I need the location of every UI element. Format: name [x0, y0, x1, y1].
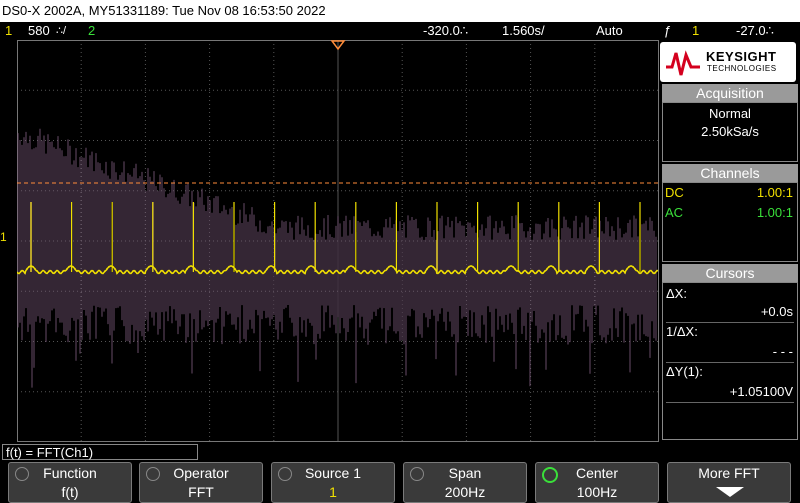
softkey-title: Center: [575, 465, 619, 481]
keysight-logo: KEYSIGHT TECHNOLOGIES: [660, 42, 796, 82]
ch2-probe-ratio: 1.00:1: [756, 205, 793, 220]
trigger-mode[interactable]: Auto: [596, 22, 623, 40]
logo-sub: TECHNOLOGIES: [707, 64, 777, 73]
softkey-operator[interactable]: Operator FFT: [139, 462, 263, 503]
ch1-scale[interactable]: 580: [28, 22, 50, 40]
cursor-dx-label: ΔX:: [666, 286, 687, 301]
status-bar: 1 580 ∴/ 2 -320.0∴ 1.560s/ Auto ƒ 1 -27.…: [0, 22, 800, 40]
softkey-center[interactable]: Center 100Hz: [535, 462, 659, 503]
channels-panel[interactable]: DC 1.00:1 AC 1.00:1: [662, 182, 798, 262]
keysight-wave-icon: [666, 50, 700, 76]
cursor-inv-dx-label: 1/ΔX:: [666, 324, 698, 339]
cursors-panel[interactable]: ΔX: +0.0s 1/ΔX: - - - ΔY(1): +1.05100V: [662, 282, 798, 440]
softkey-source[interactable]: Source 1 1: [271, 462, 395, 503]
cursor-divider: [666, 322, 794, 323]
ch1-probe-ratio: 1.00:1: [756, 185, 793, 200]
waveform-display[interactable]: [17, 40, 659, 442]
timebase[interactable]: 1.560s/: [502, 22, 545, 40]
title-bar: DS0-X 2002A, MY51331189: Tue Nov 08 16:5…: [0, 0, 800, 22]
softkey-value: 100Hz: [576, 484, 618, 500]
softkey-title: Operator: [173, 465, 229, 481]
softkey-function[interactable]: Function f(t): [8, 462, 132, 503]
logo-brand: KEYSIGHT: [706, 49, 777, 64]
softkey-title: Span: [448, 465, 482, 481]
acquisition-mode: Normal: [709, 106, 751, 121]
cursor-dy-label: ΔY(1):: [666, 364, 703, 379]
ch1-scale-unit: ∴/: [56, 25, 67, 37]
softkey-value: FFT: [188, 484, 214, 500]
softkey-value: 1: [329, 484, 337, 500]
trigger-edge-icon: ƒ: [664, 23, 672, 38]
time-offset[interactable]: -320.0∴: [423, 22, 468, 40]
waveform-svg: [17, 40, 659, 442]
title-text: DS0-X 2002A, MY51331189: Tue Nov 08 16:5…: [2, 3, 326, 18]
ch1-coupling: DC: [665, 185, 684, 200]
channels-header: Channels: [662, 164, 798, 182]
cursor-divider: [666, 362, 794, 363]
cursor-inv-dx-value: - - -: [772, 344, 793, 359]
ch1-marker-label: 1: [0, 230, 7, 244]
fft-noise-trace: [17, 128, 657, 388]
ch1-number[interactable]: 1: [5, 22, 12, 40]
softkey-title: More FFT: [698, 465, 760, 481]
ch2-number[interactable]: 2: [88, 22, 95, 40]
softkey-title: Source 1: [304, 465, 362, 481]
softkey-value: f(t): [61, 484, 79, 500]
acquisition-panel[interactable]: Normal 2.50kSa/s: [662, 102, 798, 162]
sample-rate: 2.50kSa/s: [701, 124, 759, 139]
cursor-dy-value: +1.05100V: [729, 384, 793, 399]
softkey-title: Function: [43, 465, 97, 481]
softkey-value: 200Hz: [444, 484, 486, 500]
trigger-level[interactable]: -27.0∴: [736, 22, 774, 40]
down-arrow-icon: [716, 487, 744, 497]
math-function-label: f(t) = FFT(Ch1): [2, 444, 198, 460]
ch1-ground-marker[interactable]: 1: [0, 230, 7, 244]
acquisition-header: Acquisition: [662, 84, 798, 102]
softkey-span[interactable]: Span 200Hz: [403, 462, 527, 503]
cursors-header: Cursors: [662, 264, 798, 282]
ch2-coupling: AC: [665, 205, 684, 220]
cursor-dx-value: +0.0s: [760, 304, 793, 319]
softkey-more-fft[interactable]: More FFT: [667, 462, 791, 503]
cursor-divider: [666, 402, 794, 403]
trigger-source[interactable]: 1: [692, 22, 699, 40]
